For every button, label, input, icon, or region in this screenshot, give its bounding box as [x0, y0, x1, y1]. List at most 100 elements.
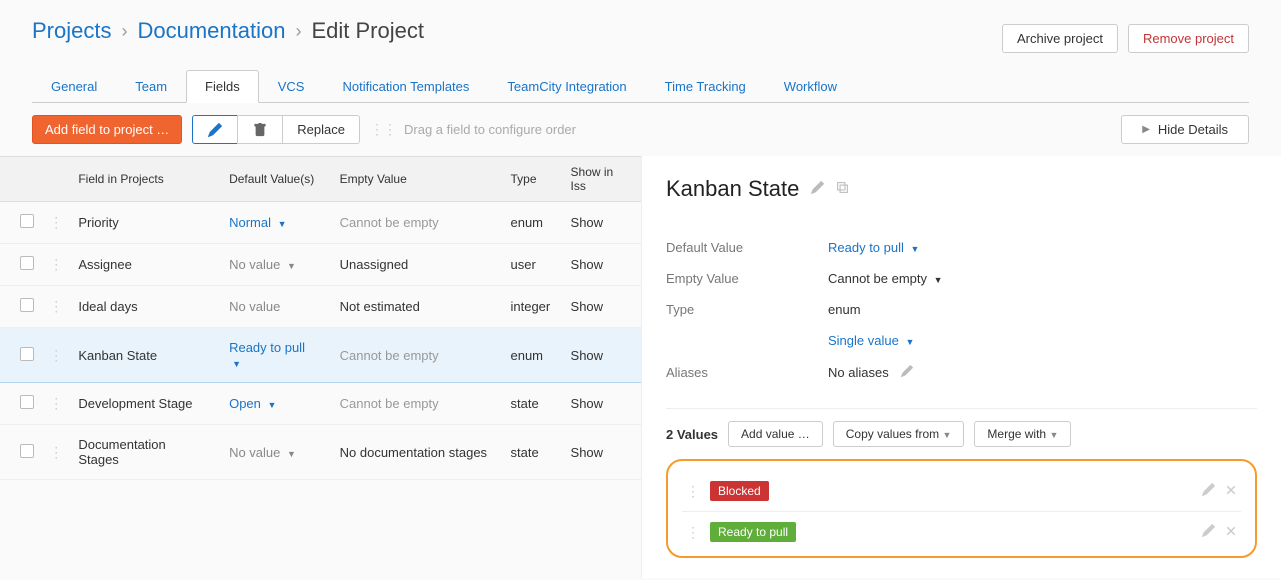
toolbar-hint: ⋮⋮ Drag a field to configure order: [370, 121, 576, 138]
col-field: Field in Projects: [68, 157, 219, 202]
col-type: Type: [500, 157, 560, 202]
copy-button[interactable]: [836, 181, 849, 197]
table-row[interactable]: ⋮ Documentation Stages No value ▼ No docume…: [0, 425, 641, 480]
merge-with-button[interactable]: Merge with ▼: [974, 421, 1071, 447]
tab-time-tracking[interactable]: Time Tracking: [646, 70, 765, 102]
edit-value-button[interactable]: [1202, 524, 1215, 540]
empty-value-label: Empty Value: [666, 271, 816, 286]
show-in-issue: Show: [561, 202, 641, 244]
replace-button[interactable]: Replace: [282, 115, 360, 144]
close-icon: [1225, 484, 1237, 496]
values-count: 2 Values: [666, 427, 718, 442]
value-row: ⋮ Blocked: [682, 471, 1241, 512]
edit-value-button[interactable]: [1202, 483, 1215, 499]
row-checkbox[interactable]: [20, 298, 34, 312]
value-tag: Blocked: [710, 481, 769, 501]
table-row[interactable]: ⋮Development StageOpen ▼Cannot be emptys…: [0, 383, 641, 425]
drag-handle[interactable]: ⋮: [49, 298, 63, 314]
drag-handle[interactable]: ⋮: [49, 395, 63, 411]
show-in-issue: Show: [561, 383, 641, 425]
pencil-icon: [208, 123, 222, 137]
row-checkbox[interactable]: [20, 444, 34, 458]
row-checkbox[interactable]: [20, 256, 34, 270]
tab-workflow[interactable]: Workflow: [765, 70, 856, 102]
breadcrumb-project-name[interactable]: Documentation: [137, 18, 285, 44]
value-tag: Ready to pull: [710, 522, 796, 542]
field-type: enum: [500, 202, 560, 244]
row-checkbox[interactable]: [20, 214, 34, 228]
delete-value-button[interactable]: [1225, 483, 1237, 499]
empty-value: No documentation stages: [340, 445, 487, 460]
fields-table: Field in Projects Default Value(s) Empty…: [0, 156, 641, 480]
delete-mode-button[interactable]: [237, 115, 283, 144]
copy-icon: [836, 181, 849, 194]
empty-value-dropdown[interactable]: Cannot be empty ▼: [828, 271, 943, 286]
default-value-dropdown[interactable]: Ready to pull ▼: [828, 240, 919, 255]
archive-project-button[interactable]: Archive project: [1002, 24, 1118, 53]
edit-title-button[interactable]: [811, 181, 824, 197]
row-checkbox[interactable]: [20, 395, 34, 409]
drag-handle[interactable]: ⋮: [49, 214, 63, 230]
field-name: Documentation Stages: [68, 425, 219, 480]
default-value-dropdown[interactable]: No value ▼: [229, 257, 296, 272]
table-row[interactable]: ⋮ Priority Normal ▼ Cannot be empty enumShow: [0, 202, 641, 244]
pencil-icon: [901, 365, 913, 377]
default-value-dropdown[interactable]: No value ▼: [229, 445, 296, 460]
field-name: Ideal days: [68, 286, 219, 328]
show-in-issue: Show: [561, 286, 641, 328]
type-variant-dropdown[interactable]: Single value ▼: [828, 333, 914, 348]
edit-mode-button[interactable]: [192, 115, 238, 144]
field-name: Assignee: [68, 244, 219, 286]
default-value-dropdown[interactable]: Open ▼: [229, 396, 276, 411]
tab-teamcity-integration[interactable]: TeamCity Integration: [488, 70, 645, 102]
col-empty: Empty Value: [330, 157, 501, 202]
empty-value: Not estimated: [340, 299, 420, 314]
row-checkbox[interactable]: [20, 347, 34, 361]
delete-value-button[interactable]: [1225, 524, 1237, 540]
field-name: Kanban State: [68, 328, 219, 383]
tab-team[interactable]: Team: [116, 70, 186, 102]
copy-values-button[interactable]: Copy values from ▼: [833, 421, 965, 447]
table-row[interactable]: ⋮ Kanban State Ready to pull ▼ Cannot be em…: [0, 328, 641, 383]
col-show: Show in Iss: [561, 157, 641, 202]
aliases-value: No aliases: [828, 365, 889, 380]
default-value-dropdown[interactable]: Ready to pull ▼: [229, 340, 305, 370]
table-row[interactable]: ⋮AssigneeNo value ▼UnassigneduserShow: [0, 244, 641, 286]
tab-vcs[interactable]: VCS: [259, 70, 324, 102]
toolbar-hint-text: Drag a field to configure order: [404, 122, 576, 137]
drag-handle[interactable]: ⋮: [686, 524, 700, 541]
empty-value: Unassigned: [340, 257, 409, 272]
hide-details-button[interactable]: ▶ Hide Details: [1121, 115, 1249, 144]
hide-details-label: Hide Details: [1158, 122, 1228, 137]
tab-general[interactable]: General: [32, 70, 116, 102]
detail-title: Kanban State: [666, 176, 799, 202]
values-list-highlight: ⋮ Blocked ⋮ Ready to pull: [666, 459, 1257, 558]
drag-handle[interactable]: ⋮: [49, 256, 63, 272]
field-type: state: [500, 425, 560, 480]
empty-value: Cannot be empty: [340, 215, 439, 230]
breadcrumb-current: Edit Project: [311, 18, 424, 44]
value-row: ⋮ Ready to pull: [682, 512, 1241, 552]
table-row[interactable]: ⋮Ideal daysNo valueNot estimatedintegerS…: [0, 286, 641, 328]
tab-notification-templates[interactable]: Notification Templates: [323, 70, 488, 102]
add-field-button[interactable]: Add field to project …: [32, 115, 182, 144]
drag-handle[interactable]: ⋮: [49, 347, 63, 363]
remove-project-button[interactable]: Remove project: [1128, 24, 1249, 53]
breadcrumb-sep: ›: [295, 21, 301, 42]
empty-value: Cannot be empty: [340, 348, 439, 363]
edit-aliases-button[interactable]: [901, 364, 913, 380]
type-label: Type: [666, 302, 816, 317]
tab-fields[interactable]: Fields: [186, 70, 259, 103]
close-icon: [1225, 525, 1237, 537]
breadcrumb-projects[interactable]: Projects: [32, 18, 111, 44]
drag-handle[interactable]: ⋮: [686, 483, 700, 500]
default-value-dropdown[interactable]: Normal ▼: [229, 215, 286, 230]
drag-handle[interactable]: ⋮: [49, 444, 63, 460]
add-value-button[interactable]: Add value …: [728, 421, 823, 447]
field-name: Priority: [68, 202, 219, 244]
default-value-dropdown[interactable]: No value: [229, 299, 280, 314]
field-type: enum: [500, 328, 560, 383]
drag-icon: ⋮⋮: [370, 121, 396, 138]
aliases-label: Aliases: [666, 365, 816, 380]
detail-panel: Kanban State Default Value Ready to pull…: [641, 156, 1281, 578]
